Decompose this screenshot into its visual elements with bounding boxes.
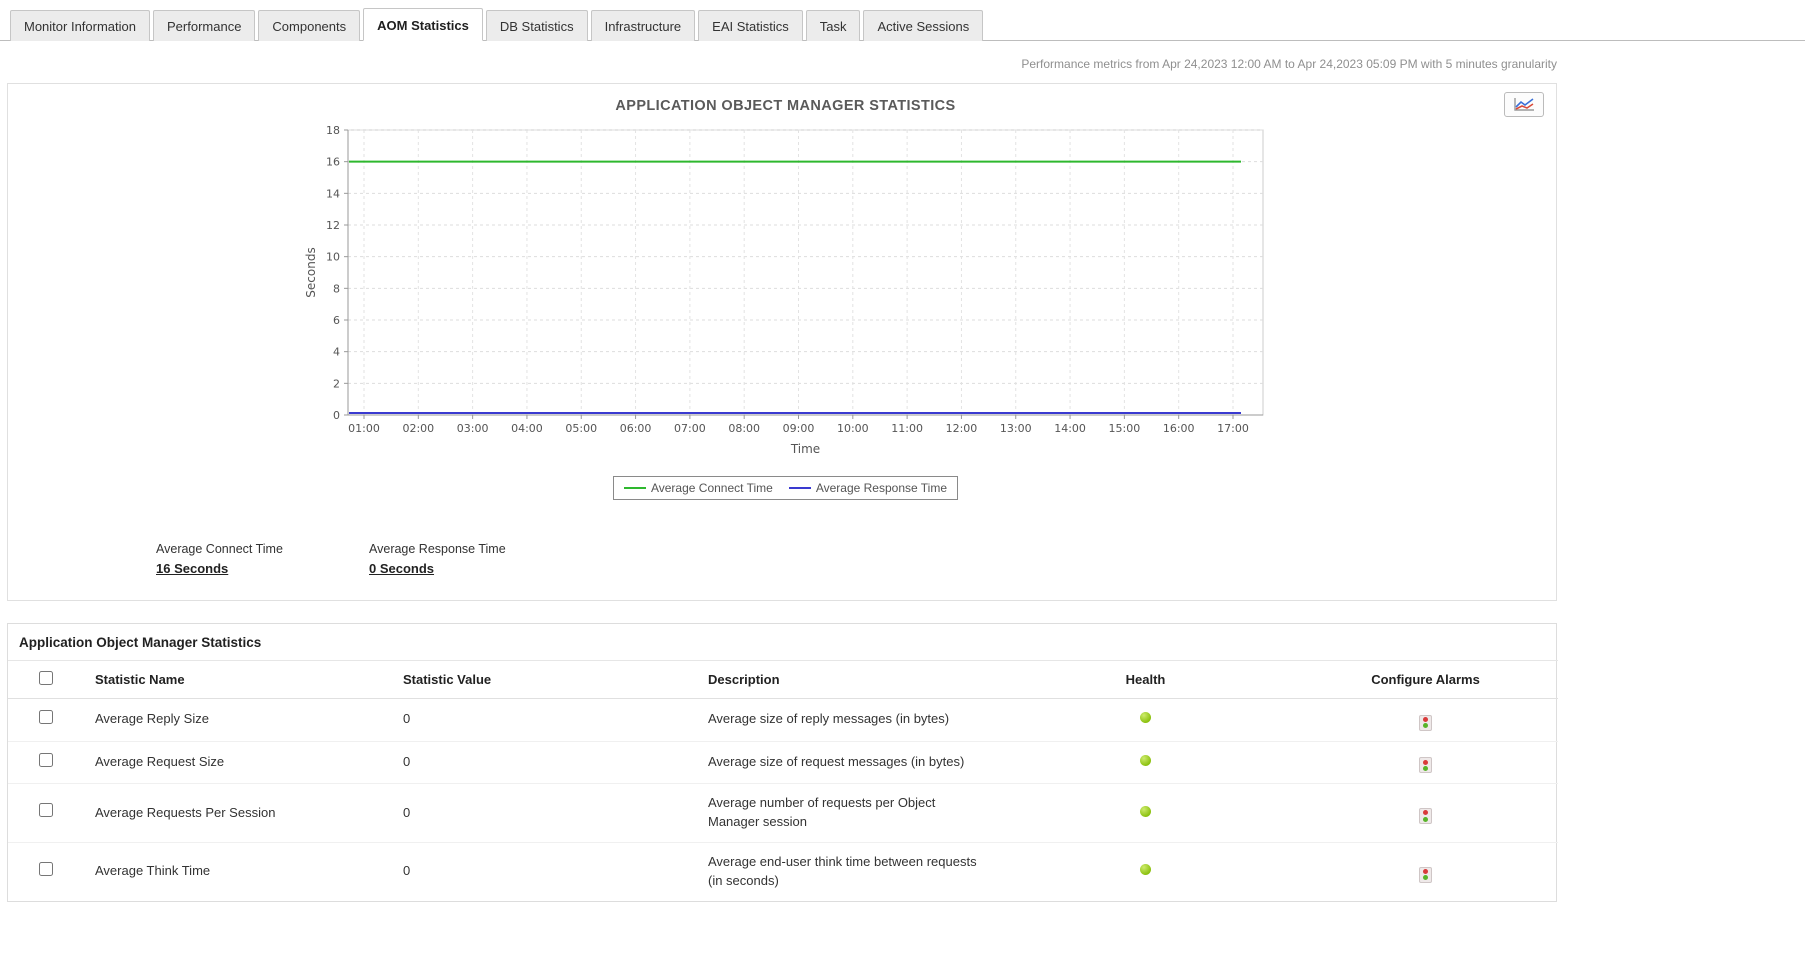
svg-text:10:00: 10:00 xyxy=(837,422,869,435)
legend-line-swatch xyxy=(624,487,646,489)
statistic-value-cell: 0 xyxy=(391,699,696,742)
tab-infrastructure[interactable]: Infrastructure xyxy=(591,10,696,41)
row-checkbox[interactable] xyxy=(39,803,53,817)
row-checkbox[interactable] xyxy=(39,710,53,724)
tab-performance[interactable]: Performance xyxy=(153,10,255,41)
svg-text:04:00: 04:00 xyxy=(511,422,543,435)
description-cell: Average end-user think time between requ… xyxy=(696,843,998,901)
tab-eai-statistics[interactable]: EAI Statistics xyxy=(698,10,803,41)
column-header-statistic-value: Statistic Value xyxy=(391,661,696,699)
chart-type-button[interactable] xyxy=(1504,92,1544,117)
svg-text:16: 16 xyxy=(326,156,340,169)
chart-panel: APPLICATION OBJECT MANAGER STATISTICS 02… xyxy=(7,83,1557,601)
summary-stat-label: Average Connect Time xyxy=(156,542,369,556)
svg-text:01:00: 01:00 xyxy=(348,422,380,435)
tab-db-statistics[interactable]: DB Statistics xyxy=(486,10,588,41)
statistic-value-cell: 0 xyxy=(391,741,696,784)
chart-legend: Average Connect Time Average Response Tim… xyxy=(613,476,958,500)
legend-label: Average Response Time xyxy=(816,481,947,495)
summary-stats: Average Connect Time 16 Seconds Average Re… xyxy=(156,542,1556,578)
statistic-value-cell: 0 xyxy=(391,843,696,901)
svg-text:10: 10 xyxy=(326,251,340,264)
chart-area: APPLICATION OBJECT MANAGER STATISTICS 02… xyxy=(303,98,1268,500)
tab-bar: Monitor InformationPerformanceComponents… xyxy=(0,0,1805,41)
svg-text:0: 0 xyxy=(333,409,340,422)
health-status-icon xyxy=(1140,864,1151,875)
legend-item: Average Connect Time xyxy=(624,481,773,495)
legend-item: Average Response Time xyxy=(789,481,947,495)
tab-active-sessions[interactable]: Active Sessions xyxy=(863,10,983,41)
svg-text:13:00: 13:00 xyxy=(1000,422,1032,435)
statistics-table-panel: Application Object Manager Statistics St… xyxy=(7,623,1557,902)
tab-task[interactable]: Task xyxy=(806,10,861,41)
summary-stat: Average Response Time 0 Seconds xyxy=(369,542,582,578)
svg-text:2: 2 xyxy=(333,377,340,390)
x-axis-label: Time xyxy=(790,442,820,456)
configure-alarms-icon[interactable] xyxy=(1419,757,1432,773)
table-title: Application Object Manager Statistics xyxy=(8,624,1556,660)
configure-alarms-icon[interactable] xyxy=(1419,867,1432,883)
summary-stat-value-link[interactable]: 16 Seconds xyxy=(156,561,228,576)
statistic-value-cell: 0 xyxy=(391,784,696,843)
select-all-checkbox[interactable] xyxy=(39,671,53,685)
svg-text:08:00: 08:00 xyxy=(728,422,760,435)
column-header-health: Health xyxy=(998,661,1293,699)
tab-aom-statistics[interactable]: AOM Statistics xyxy=(363,8,483,41)
svg-text:15:00: 15:00 xyxy=(1109,422,1141,435)
statistics-table: Statistic NameStatistic ValueDescription… xyxy=(8,660,1558,901)
column-header-description: Description xyxy=(696,661,998,699)
chart-title: APPLICATION OBJECT MANAGER STATISTICS xyxy=(303,98,1268,114)
tab-components[interactable]: Components xyxy=(258,10,360,41)
table-row: Average Request Size0Average size of req… xyxy=(8,741,1558,784)
svg-text:14: 14 xyxy=(326,187,340,200)
svg-text:14:00: 14:00 xyxy=(1054,422,1086,435)
legend-label: Average Connect Time xyxy=(651,481,773,495)
aom-statistics-line-chart: 0 2 4 6 8 10 12 14 16 18 01:00 02:00 03:00 04:00 05:00… xyxy=(303,120,1268,460)
column-header-statistic-name: Statistic Name xyxy=(83,661,391,699)
column-header-configure-alarms: Configure Alarms xyxy=(1293,661,1558,699)
description-cell: Average number of requests per Object Ma… xyxy=(696,784,998,843)
statistic-name-cell: Average Think Time xyxy=(83,843,391,901)
statistic-name-cell: Average Reply Size xyxy=(83,699,391,742)
svg-text:18: 18 xyxy=(326,124,340,137)
health-status-icon xyxy=(1140,755,1151,766)
svg-text:12:00: 12:00 xyxy=(946,422,978,435)
svg-text:06:00: 06:00 xyxy=(620,422,652,435)
svg-text:02:00: 02:00 xyxy=(402,422,434,435)
svg-text:03:00: 03:00 xyxy=(457,422,489,435)
page-content: Performance metrics from Apr 24,2023 12:… xyxy=(7,57,1557,902)
row-checkbox[interactable] xyxy=(39,862,53,876)
svg-text:6: 6 xyxy=(333,314,340,327)
metrics-period-note: Performance metrics from Apr 24,2023 12:… xyxy=(7,57,1557,71)
summary-stat-label: Average Response Time xyxy=(369,542,582,556)
svg-text:17:00: 17:00 xyxy=(1217,422,1249,435)
svg-text:07:00: 07:00 xyxy=(674,422,706,435)
statistic-name-cell: Average Requests Per Session xyxy=(83,784,391,843)
tab-monitor-information[interactable]: Monitor Information xyxy=(10,10,150,41)
summary-stat-value-link[interactable]: 0 Seconds xyxy=(369,561,434,576)
table-row: Average Requests Per Session0Average num… xyxy=(8,784,1558,843)
svg-text:4: 4 xyxy=(333,346,340,359)
svg-text:09:00: 09:00 xyxy=(783,422,815,435)
svg-text:8: 8 xyxy=(333,282,340,295)
description-cell: Average size of reply messages (in bytes… xyxy=(696,699,998,742)
legend-line-swatch xyxy=(789,487,811,489)
health-status-icon xyxy=(1140,712,1151,723)
svg-text:05:00: 05:00 xyxy=(565,422,597,435)
svg-text:11:00: 11:00 xyxy=(891,422,923,435)
svg-text:16:00: 16:00 xyxy=(1163,422,1195,435)
table-row: Average Reply Size0Average size of reply… xyxy=(8,699,1558,742)
summary-stat: Average Connect Time 16 Seconds xyxy=(156,542,369,578)
health-status-icon xyxy=(1140,806,1151,817)
svg-text:12: 12 xyxy=(326,219,340,232)
y-axis-label: Seconds xyxy=(304,247,318,297)
configure-alarms-icon[interactable] xyxy=(1419,715,1432,731)
row-checkbox[interactable] xyxy=(39,753,53,767)
table-row: Average Think Time0Average end-user thin… xyxy=(8,843,1558,901)
configure-alarms-icon[interactable] xyxy=(1419,808,1432,824)
line-chart-icon xyxy=(1513,97,1535,112)
description-cell: Average size of request messages (in byt… xyxy=(696,741,998,784)
statistic-name-cell: Average Request Size xyxy=(83,741,391,784)
